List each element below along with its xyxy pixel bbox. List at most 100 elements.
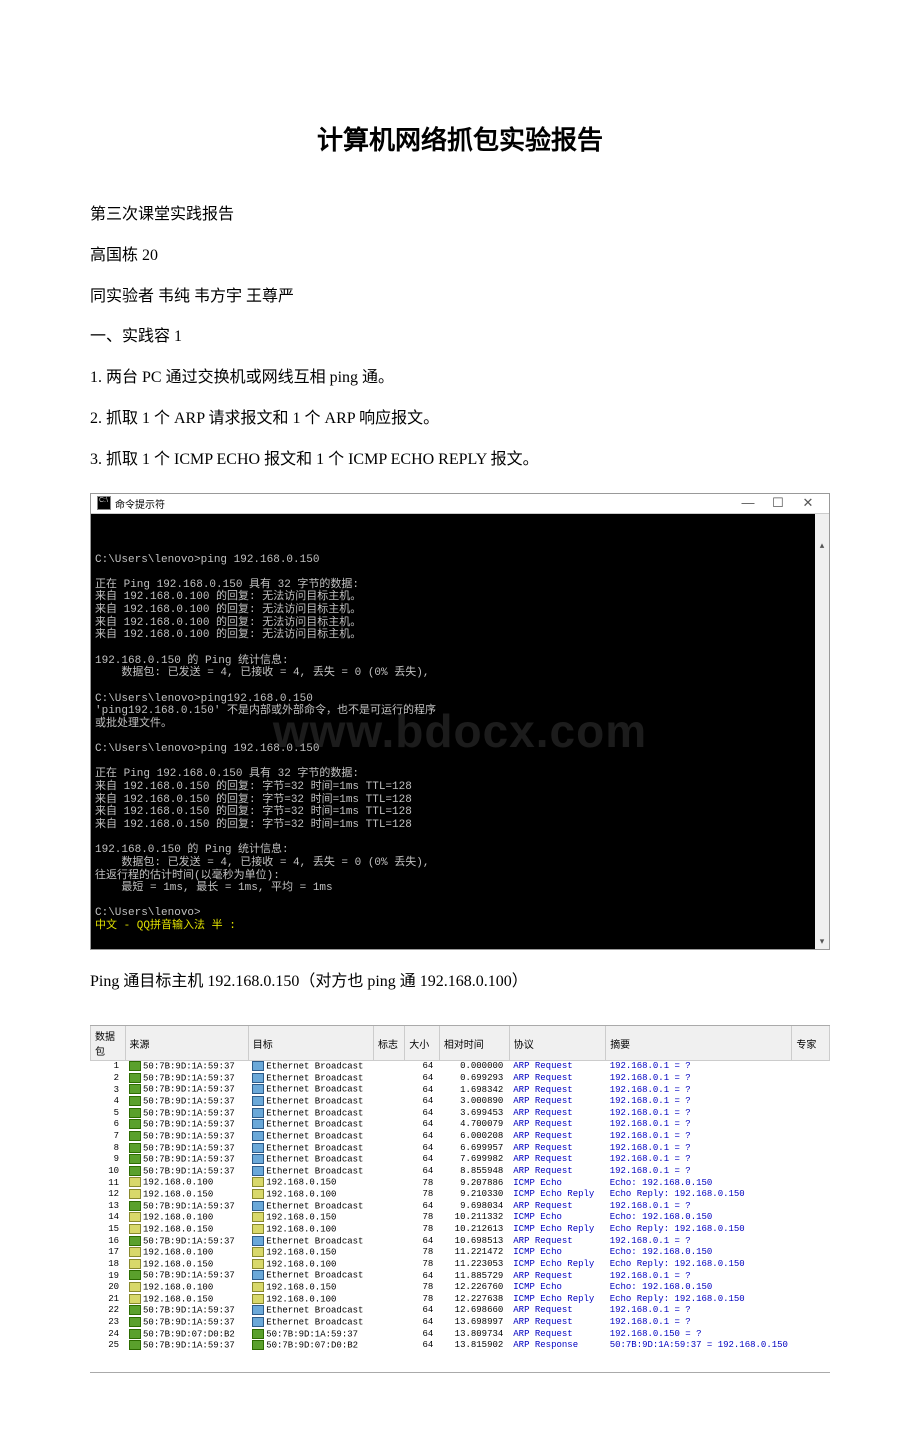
table-header[interactable]: 专家 bbox=[792, 1026, 830, 1061]
table-row[interactable]: 150:7B:9D:1A:59:37Ethernet Broadcast640.… bbox=[91, 1061, 830, 1073]
table-cell bbox=[792, 1317, 830, 1329]
nic-icon bbox=[129, 1305, 141, 1315]
table-cell: 1.698342 bbox=[439, 1084, 509, 1096]
table-row[interactable]: 1950:7B:9D:1A:59:37Ethernet Broadcast641… bbox=[91, 1270, 830, 1282]
table-row[interactable]: 11192.168.0.100192.168.0.150789.207886IC… bbox=[91, 1177, 830, 1189]
table-cell: 78 bbox=[405, 1224, 440, 1236]
table-cell: 10.212613 bbox=[439, 1224, 509, 1236]
scrollbar[interactable]: ▴ ▾ bbox=[815, 514, 829, 950]
table-row[interactable]: 18192.168.0.150192.168.0.1007811.223053I… bbox=[91, 1259, 830, 1271]
table-cell: 192.168.0.150 bbox=[248, 1212, 373, 1224]
table-row[interactable]: 250:7B:9D:1A:59:37Ethernet Broadcast640.… bbox=[91, 1073, 830, 1085]
table-header[interactable]: 大小 bbox=[405, 1026, 440, 1061]
table-cell: ICMP Echo bbox=[509, 1282, 605, 1294]
table-cell: 12.227638 bbox=[439, 1294, 509, 1306]
table-cell: 64 bbox=[405, 1096, 440, 1108]
table-cell: 50:7B:9D:1A:59:37 bbox=[125, 1073, 248, 1085]
table-cell bbox=[792, 1131, 830, 1143]
ime-status: 中文 - QQ拼音输入法 半 : bbox=[95, 920, 236, 932]
caption: Ping 通目标主机 192.168.0.150（对方也 ping 通 192.… bbox=[90, 964, 830, 1001]
table-row[interactable]: 15192.168.0.150192.168.0.1007810.212613I… bbox=[91, 1224, 830, 1236]
table-cell bbox=[792, 1340, 830, 1352]
table-row[interactable]: 14192.168.0.100192.168.0.1507810.211332I… bbox=[91, 1212, 830, 1224]
table-header[interactable]: 目标 bbox=[248, 1026, 373, 1061]
table-cell: 192.168.0.100 bbox=[248, 1294, 373, 1306]
table-row[interactable]: 1650:7B:9D:1A:59:37Ethernet Broadcast641… bbox=[91, 1236, 830, 1248]
table-cell: 192.168.0.150 = ? bbox=[606, 1329, 792, 1341]
table-cell: 64 bbox=[405, 1305, 440, 1317]
table-cell bbox=[792, 1305, 830, 1317]
table-row[interactable]: 2250:7B:9D:1A:59:37Ethernet Broadcast641… bbox=[91, 1305, 830, 1317]
table-row[interactable]: 950:7B:9D:1A:59:37Ethernet Broadcast647.… bbox=[91, 1154, 830, 1166]
table-row[interactable]: 2550:7B:9D:1A:59:3750:7B:9D:07:D0:B26413… bbox=[91, 1340, 830, 1352]
scroll-down-icon[interactable]: ▾ bbox=[815, 935, 829, 949]
table-cell: 50:7B:9D:1A:59:37 bbox=[125, 1270, 248, 1282]
table-cell: Ethernet Broadcast bbox=[248, 1108, 373, 1120]
table-cell: 17 bbox=[91, 1247, 126, 1259]
table-cell bbox=[373, 1224, 404, 1236]
table-cell: 192.168.0.1 = ? bbox=[606, 1096, 792, 1108]
table-header[interactable]: 协议 bbox=[509, 1026, 605, 1061]
table-cell: 192.168.0.1 = ? bbox=[606, 1201, 792, 1213]
nic-icon bbox=[252, 1270, 264, 1280]
scroll-up-icon[interactable]: ▴ bbox=[815, 539, 829, 553]
table-header[interactable]: 摘要 bbox=[606, 1026, 792, 1061]
table-cell: 50:7B:9D:1A:59:37 bbox=[125, 1131, 248, 1143]
table-header[interactable]: 来源 bbox=[125, 1026, 248, 1061]
minimize-button[interactable]: — bbox=[733, 496, 763, 510]
table-cell: 50:7B:9D:1A:59:37 bbox=[125, 1119, 248, 1131]
cmd-window: 命令提示符 — ☐ ✕ www.bdocx.com ▴ ▾ C:\Users\l… bbox=[90, 493, 830, 951]
table-header[interactable]: 相对时间 bbox=[439, 1026, 509, 1061]
table-header[interactable]: 数据包 bbox=[91, 1026, 126, 1061]
nic-icon bbox=[252, 1154, 264, 1164]
table-cell: ARP Request bbox=[509, 1166, 605, 1178]
table-cell: 192.168.0.1 = ? bbox=[606, 1084, 792, 1096]
table-row[interactable]: 1050:7B:9D:1A:59:37Ethernet Broadcast648… bbox=[91, 1166, 830, 1178]
table-cell: 78 bbox=[405, 1259, 440, 1271]
table-row[interactable]: 550:7B:9D:1A:59:37Ethernet Broadcast643.… bbox=[91, 1108, 830, 1120]
table-cell bbox=[373, 1084, 404, 1096]
table-cell bbox=[792, 1270, 830, 1282]
table-row[interactable]: 2450:7B:9D:07:D0:B250:7B:9D:1A:59:376413… bbox=[91, 1329, 830, 1341]
close-button[interactable]: ✕ bbox=[793, 496, 823, 510]
table-cell bbox=[373, 1329, 404, 1341]
table-row[interactable]: 750:7B:9D:1A:59:37Ethernet Broadcast646.… bbox=[91, 1131, 830, 1143]
table-row[interactable]: 1350:7B:9D:1A:59:37Ethernet Broadcast649… bbox=[91, 1201, 830, 1213]
paragraph: 一、实践容 1 bbox=[90, 319, 830, 356]
table-row[interactable]: 21192.168.0.150192.168.0.1007812.227638I… bbox=[91, 1294, 830, 1306]
table-cell: 3.000890 bbox=[439, 1096, 509, 1108]
table-cell: ARP Request bbox=[509, 1270, 605, 1282]
table-cell: Echo Reply: 192.168.0.150 bbox=[606, 1224, 792, 1236]
table-row[interactable]: 20192.168.0.100192.168.0.1507812.226760I… bbox=[91, 1282, 830, 1294]
table-cell: 64 bbox=[405, 1166, 440, 1178]
table-header[interactable]: 标志 bbox=[373, 1026, 404, 1061]
table-cell: 3.699453 bbox=[439, 1108, 509, 1120]
table-cell: 192.168.0.1 = ? bbox=[606, 1143, 792, 1155]
table-row[interactable]: 12192.168.0.150192.168.0.100789.210330IC… bbox=[91, 1189, 830, 1201]
table-cell: 192.168.0.100 bbox=[125, 1212, 248, 1224]
table-row[interactable]: 17192.168.0.100192.168.0.1507811.221472I… bbox=[91, 1247, 830, 1259]
nic-icon bbox=[129, 1236, 141, 1246]
table-cell: 5 bbox=[91, 1108, 126, 1120]
table-cell: Echo Reply: 192.168.0.150 bbox=[606, 1189, 792, 1201]
maximize-button[interactable]: ☐ bbox=[763, 496, 793, 510]
nic-icon bbox=[129, 1270, 141, 1280]
table-row[interactable]: 850:7B:9D:1A:59:37Ethernet Broadcast646.… bbox=[91, 1143, 830, 1155]
table-row[interactable]: 2350:7B:9D:1A:59:37Ethernet Broadcast641… bbox=[91, 1317, 830, 1329]
nic-icon bbox=[252, 1143, 264, 1153]
nic-icon bbox=[129, 1340, 141, 1350]
nic-icon bbox=[129, 1131, 141, 1141]
table-cell: 10.698513 bbox=[439, 1236, 509, 1248]
table-cell bbox=[373, 1212, 404, 1224]
nic-icon bbox=[129, 1177, 141, 1187]
table-row[interactable]: 450:7B:9D:1A:59:37Ethernet Broadcast643.… bbox=[91, 1096, 830, 1108]
table-cell: ARP Request bbox=[509, 1119, 605, 1131]
nic-icon bbox=[129, 1084, 141, 1094]
table-cell bbox=[792, 1224, 830, 1236]
table-row[interactable]: 350:7B:9D:1A:59:37Ethernet Broadcast641.… bbox=[91, 1084, 830, 1096]
table-cell: 9 bbox=[91, 1154, 126, 1166]
table-cell: ARP Request bbox=[509, 1096, 605, 1108]
table-cell: 10.211332 bbox=[439, 1212, 509, 1224]
table-cell: ARP Request bbox=[509, 1073, 605, 1085]
table-row[interactable]: 650:7B:9D:1A:59:37Ethernet Broadcast644.… bbox=[91, 1119, 830, 1131]
